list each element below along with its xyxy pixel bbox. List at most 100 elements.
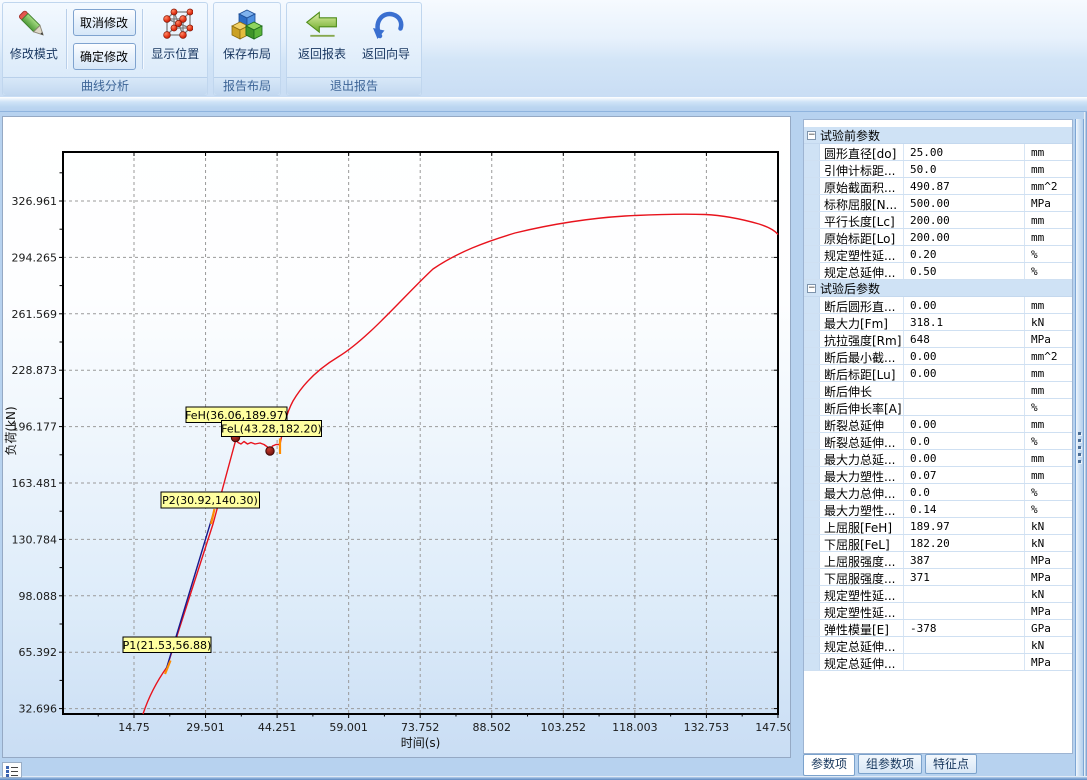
table-row[interactable]: 原始截面积...490.87mm^2	[804, 178, 1072, 195]
table-row[interactable]: 断裂总延伸...0.0%	[804, 433, 1072, 450]
annotation-p1[interactable]: P1(21.53,56.88)	[123, 637, 212, 653]
table-row[interactable]: 规定塑性延...MPa	[804, 603, 1072, 620]
table-row[interactable]: 最大力总伸...0.0%	[804, 484, 1072, 501]
row-gutter	[804, 161, 820, 177]
param-value[interactable]: 0.14	[904, 501, 1025, 517]
param-value[interactable]: 490.87	[904, 178, 1025, 194]
return-wizard-button[interactable]: 返回向导	[355, 4, 417, 62]
param-value[interactable]: 0.00	[904, 450, 1025, 466]
param-value[interactable]: 0.00	[904, 348, 1025, 364]
table-row[interactable]: 规定总延伸...kN	[804, 637, 1072, 654]
table-row[interactable]: 抗拉强度[Rm]648MPa	[804, 331, 1072, 348]
table-row[interactable]: 最大力塑性...0.07mm	[804, 467, 1072, 484]
param-value[interactable]: 0.20	[904, 246, 1025, 262]
param-value[interactable]: 0.50	[904, 263, 1025, 279]
cancel-modify-button[interactable]: 取消修改	[73, 9, 136, 36]
toolbar-separator	[66, 9, 67, 69]
annotation-p2[interactable]: P2(30.92,140.30)	[161, 492, 260, 508]
table-row[interactable]: 规定塑性延...kN	[804, 586, 1072, 603]
table-row[interactable]: 下屈服强度...371MPa	[804, 569, 1072, 586]
param-value[interactable]: 648	[904, 331, 1025, 347]
param-unit: MPa	[1025, 552, 1072, 568]
param-value[interactable]: 0.00	[904, 297, 1025, 313]
param-name: 标称屈服[N...	[820, 195, 904, 211]
param-value[interactable]: 189.97	[904, 518, 1025, 534]
param-value[interactable]: 0.00	[904, 416, 1025, 432]
x-tick-label: 44.251	[258, 721, 297, 734]
param-value[interactable]: 371	[904, 569, 1025, 585]
table-row[interactable]: 断后伸长率[A]%	[804, 399, 1072, 416]
table-row[interactable]: 断后标距[Lu]0.00mm	[804, 365, 1072, 382]
param-value[interactable]: 0.07	[904, 467, 1025, 483]
param-value[interactable]: 50.0	[904, 161, 1025, 177]
tab-parameters[interactable]: 参数项	[803, 754, 855, 776]
collapse-icon[interactable]: −	[807, 131, 816, 140]
table-row[interactable]: 断后圆形直...0.00mm	[804, 297, 1072, 314]
param-value[interactable]: -378	[904, 620, 1025, 636]
table-row[interactable]: 规定总延伸...MPa	[804, 654, 1072, 671]
tab-group-parameters[interactable]: 组参数项	[858, 754, 922, 774]
table-row[interactable]: 最大力塑性...0.14%	[804, 501, 1072, 518]
row-gutter	[804, 348, 820, 364]
save-layout-button[interactable]: 保存布局	[217, 4, 277, 62]
param-value[interactable]: 0.0	[904, 433, 1025, 449]
show-position-button[interactable]: 显示位置	[145, 4, 205, 62]
section-title: 试验后参数	[820, 280, 880, 297]
param-value[interactable]: 182.20	[904, 535, 1025, 551]
return-report-button[interactable]: 返回报表	[291, 4, 353, 62]
param-unit: mm^2	[1025, 178, 1072, 194]
annotation-fel[interactable]: FeL(43.28,182.20)	[221, 421, 322, 437]
table-row[interactable]: 规定总延伸...0.50%	[804, 263, 1072, 280]
toolbar: 修改模式 取消修改 确定修改	[0, 0, 1087, 97]
param-value[interactable]	[904, 382, 1025, 398]
table-row[interactable]: 最大力总延...0.00mm	[804, 450, 1072, 467]
param-value[interactable]: 200.00	[904, 212, 1025, 228]
row-gutter	[804, 535, 820, 551]
param-value[interactable]: 500.00	[904, 195, 1025, 211]
param-value[interactable]: 200.00	[904, 229, 1025, 245]
fel-marker[interactable]	[266, 447, 274, 455]
collapse-icon[interactable]: −	[807, 284, 816, 293]
modify-mode-button[interactable]: 修改模式	[5, 4, 63, 62]
param-value[interactable]	[904, 654, 1025, 670]
load-curve[interactable]	[143, 214, 778, 714]
table-row[interactable]: 规定塑性延...0.20%	[804, 246, 1072, 263]
table-row[interactable]: 断裂总延伸0.00mm	[804, 416, 1072, 433]
axis-ticks	[59, 152, 778, 718]
confirm-modify-button[interactable]: 确定修改	[73, 43, 136, 70]
param-value[interactable]: 0.00	[904, 365, 1025, 381]
param-value[interactable]: 387	[904, 552, 1025, 568]
list-icon[interactable]	[2, 762, 22, 778]
param-value[interactable]: 0.0	[904, 484, 1025, 500]
x-tick-label: 118.003	[612, 721, 658, 734]
table-row[interactable]: 弹性模量[E]-378GPa	[804, 620, 1072, 637]
table-row[interactable]: 断后伸长mm	[804, 382, 1072, 399]
table-row[interactable]: 圆形直径[do]25.00mm	[804, 144, 1072, 161]
param-value[interactable]	[904, 603, 1025, 619]
tab-feature-points[interactable]: 特征点	[925, 754, 977, 774]
panel-splitter[interactable]	[1075, 119, 1084, 776]
chart-panel[interactable]: 14.7529.50144.25159.00173.75288.502103.2…	[2, 116, 791, 758]
table-row[interactable]: 原始标距[Lo]200.00mm	[804, 229, 1072, 246]
table-row[interactable]: 平行长度[Lc]200.00mm	[804, 212, 1072, 229]
table-row[interactable]: 引伸计标距...50.0mm	[804, 161, 1072, 178]
param-name: 最大力塑性...	[820, 467, 904, 483]
param-value[interactable]	[904, 586, 1025, 602]
table-row[interactable]: 最大力[Fm]318.1kN	[804, 314, 1072, 331]
param-unit: %	[1025, 263, 1072, 279]
table-row[interactable]: 上屈服强度...387MPa	[804, 552, 1072, 569]
section-header[interactable]: −试验后参数	[804, 280, 1072, 297]
svg-text:FeL(43.28,182.20): FeL(43.28,182.20)	[221, 423, 322, 436]
load-time-chart[interactable]: 14.7529.50144.25159.00173.75288.502103.2…	[3, 117, 790, 757]
section-header[interactable]: −试验前参数	[804, 127, 1072, 144]
table-row[interactable]: 上屈服[FeH]189.97kN	[804, 518, 1072, 535]
param-value[interactable]: 25.00	[904, 144, 1025, 160]
table-row[interactable]: 断后最小截...0.00mm^2	[804, 348, 1072, 365]
param-unit: mm	[1025, 365, 1072, 381]
table-row[interactable]: 标称屈服[N...500.00MPa	[804, 195, 1072, 212]
table-row[interactable]: 下屈服[FeL]182.20kN	[804, 535, 1072, 552]
param-unit: kN	[1025, 637, 1072, 653]
param-value[interactable]	[904, 399, 1025, 415]
param-value[interactable]	[904, 637, 1025, 653]
param-value[interactable]: 318.1	[904, 314, 1025, 330]
